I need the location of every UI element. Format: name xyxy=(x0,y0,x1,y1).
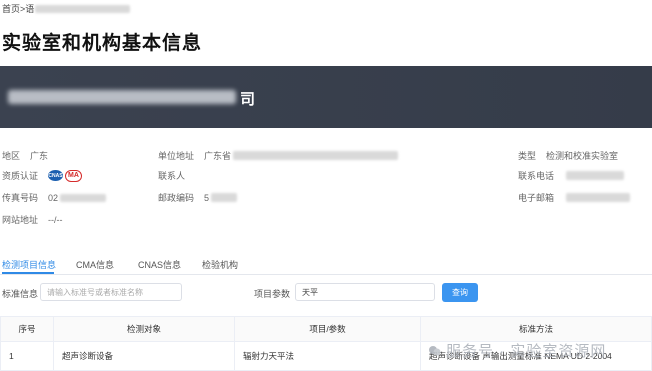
redacted-text xyxy=(566,193,631,202)
contact-label: 联系人 xyxy=(158,171,186,181)
postcode-value: 5 xyxy=(204,192,210,203)
fax-label: 传真号码 xyxy=(2,193,39,203)
info-email: 电子邮箱 xyxy=(518,191,631,204)
tab-cnas[interactable]: CNAS信息 xyxy=(138,258,181,271)
info-address: 单位地址 广东省 xyxy=(158,149,399,162)
cell-index: 1 xyxy=(0,341,54,371)
type-value: 检测和校准实验室 xyxy=(546,151,619,161)
standard-search-input[interactable]: 请输入标准号或者标准名称 xyxy=(40,283,182,301)
info-region: 地区 广东 xyxy=(2,149,48,162)
cma-logo-icon: MA xyxy=(65,169,82,182)
info-phone: 联系电话 xyxy=(518,169,625,182)
wechat-icon xyxy=(429,345,441,355)
redacted-text xyxy=(566,171,625,180)
info-postcode: 邮政编码 5 xyxy=(158,191,238,204)
info-website: 网站地址 --/-- xyxy=(2,213,63,226)
tab-bar: 检测项目信息 CMA信息 CNAS信息 检验机构 xyxy=(0,256,652,275)
table-header-row: 序号 检测对象 项目/参数 标准方法 xyxy=(0,316,652,342)
tab-test-items[interactable]: 检测项目信息 xyxy=(2,258,56,271)
col-test-object: 检测对象 xyxy=(53,316,235,342)
cell-test-object: 超声诊断设备 xyxy=(53,341,235,371)
active-tab-indicator xyxy=(2,272,54,274)
postcode-label: 邮政编码 xyxy=(158,193,195,203)
col-param: 项目/参数 xyxy=(234,316,421,342)
email-label: 电子邮箱 xyxy=(518,193,555,203)
redacted-text xyxy=(60,193,107,202)
col-standard-method: 标准方法 xyxy=(420,316,652,342)
address-value: 广东省 xyxy=(204,151,232,161)
address-label: 单位地址 xyxy=(158,151,195,161)
cert-badges: CNAS MA xyxy=(48,169,82,182)
type-label: 类型 xyxy=(518,151,537,161)
watermark-text: 服务号 · 实验室资源网 xyxy=(446,343,607,360)
website-label: 网站地址 xyxy=(2,215,39,225)
region-label: 地区 xyxy=(2,151,21,161)
redacted-text xyxy=(35,4,131,13)
org-banner: 司 xyxy=(0,66,652,128)
query-button[interactable]: 查询 xyxy=(442,283,478,302)
org-name-last-char: 司 xyxy=(240,91,256,108)
region-value: 广东 xyxy=(30,151,49,161)
breadcrumb: 首页 > 语 xyxy=(2,2,131,15)
info-cert: 资质认证 CNAS MA xyxy=(2,169,82,182)
info-contact: 联系人 xyxy=(158,169,185,182)
info-type: 类型 检测和校准实验室 xyxy=(518,149,618,162)
page-title: 实验室和机构基本信息 xyxy=(2,33,203,54)
cnas-logo-icon: CNAS xyxy=(48,170,64,181)
redacted-text xyxy=(233,151,399,160)
standard-label: 标准信息 xyxy=(2,289,39,299)
param-input[interactable]: 天平 xyxy=(295,283,435,301)
tab-cma[interactable]: CMA信息 xyxy=(76,258,114,271)
redacted-org-name xyxy=(8,90,236,104)
phone-label: 联系电话 xyxy=(518,171,555,181)
fax-value: 02 xyxy=(48,192,59,203)
cell-param: 辐射力天平法 xyxy=(234,341,421,371)
info-fax: 传真号码 02 xyxy=(2,191,107,204)
website-value: --/-- xyxy=(48,215,63,225)
breadcrumb-current: 语 xyxy=(25,4,35,14)
redacted-text xyxy=(211,193,238,202)
breadcrumb-home[interactable]: 首页 xyxy=(2,2,20,15)
watermark: 服务号 · 实验室资源网 xyxy=(428,340,606,361)
cert-label: 资质认证 xyxy=(2,171,39,181)
param-label: 项目参数 xyxy=(254,289,291,299)
col-index: 序号 xyxy=(0,316,54,342)
tab-inspection-org[interactable]: 检验机构 xyxy=(202,258,238,271)
